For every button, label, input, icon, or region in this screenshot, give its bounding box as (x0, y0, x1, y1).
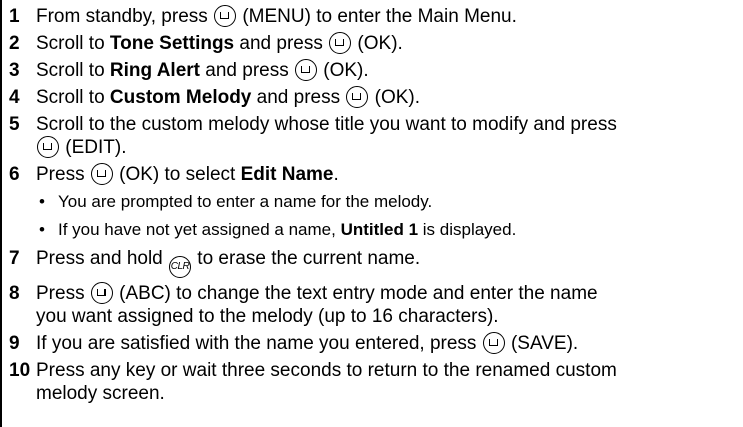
step-10: 10 Press any key or wait three seconds t… (0, 359, 743, 405)
note-bullet-2: • If you have not yet assigned a name, U… (0, 219, 743, 240)
step-number: 3 (9, 60, 20, 81)
softkey-icon (482, 332, 505, 354)
softkey-icon (214, 5, 237, 27)
step-text: Scroll to Ring Alert and press (OK). (36, 59, 369, 81)
step-text: Scroll to Custom Melody and press (OK). (36, 86, 421, 108)
step-text: Press (ABC) to change the text entry mod… (36, 282, 598, 327)
step-text: Scroll to Tone Settings and press (OK). (36, 32, 403, 54)
step-6: 6 Press (OK) to select Edit Name. (0, 163, 743, 186)
step-1: 1 From standby, press (MENU) to enter th… (0, 5, 743, 28)
bullet-text: If you have not yet assigned a name, Unt… (58, 220, 517, 239)
step-text: Press any key or wait three seconds to r… (36, 360, 617, 404)
menu-item-name: Ring Alert (109, 60, 200, 81)
step-2: 2 Scroll to Tone Settings and press (OK)… (0, 32, 743, 55)
procedure-steps: 1 From standby, press (MENU) to enter th… (0, 0, 743, 409)
step-5: 5 Scroll to the custom melody whose titl… (0, 113, 743, 159)
bullet-text: You are prompted to enter a name for the… (58, 192, 433, 211)
step-number: 7 (9, 248, 20, 269)
default-name: Untitled 1 (340, 220, 419, 239)
step-4: 4 Scroll to Custom Melody and press (OK)… (0, 86, 743, 109)
step-text: Press and hold CLR to erase the current … (36, 248, 420, 278)
step-number: 10 (9, 360, 31, 381)
step-number: 8 (9, 283, 20, 304)
clear-key-icon: CLR (169, 256, 192, 278)
step-text: If you are satisfied with the name you e… (36, 332, 579, 354)
step-9: 9 If you are satisfied with the name you… (0, 332, 743, 355)
softkey-icon (90, 163, 113, 185)
note-bullet-1: • You are prompted to enter a name for t… (0, 191, 743, 212)
right-softkey-icon (90, 282, 113, 304)
step-number: 6 (9, 164, 20, 185)
step-number: 9 (9, 333, 20, 354)
step-text: From standby, press (MENU) to enter the … (36, 5, 517, 27)
step-3: 3 Scroll to Ring Alert and press (OK). (0, 59, 743, 82)
bullet-dot: • (39, 220, 45, 239)
menu-item-name: Edit Name (240, 164, 334, 185)
softkey-icon (295, 59, 317, 81)
step-number: 2 (9, 33, 20, 54)
menu-item-name: Custom Melody (109, 87, 252, 108)
step-text: Press (OK) to select Edit Name. (36, 163, 339, 185)
step-text: Scroll to the custom melody whose title … (36, 114, 617, 158)
step-number: 4 (9, 87, 20, 108)
step-number: 5 (9, 114, 20, 135)
softkey-icon (346, 86, 369, 108)
menu-item-name: Tone Settings (109, 33, 235, 54)
step-number: 1 (9, 6, 20, 27)
step-7: 7 Press and hold CLR to erase the curren… (0, 247, 743, 278)
softkey-icon (329, 32, 352, 54)
step-8: 8 Press (ABC) to change the text entry m… (0, 282, 743, 328)
bullet-dot: • (39, 192, 45, 211)
softkey-icon (37, 136, 59, 158)
